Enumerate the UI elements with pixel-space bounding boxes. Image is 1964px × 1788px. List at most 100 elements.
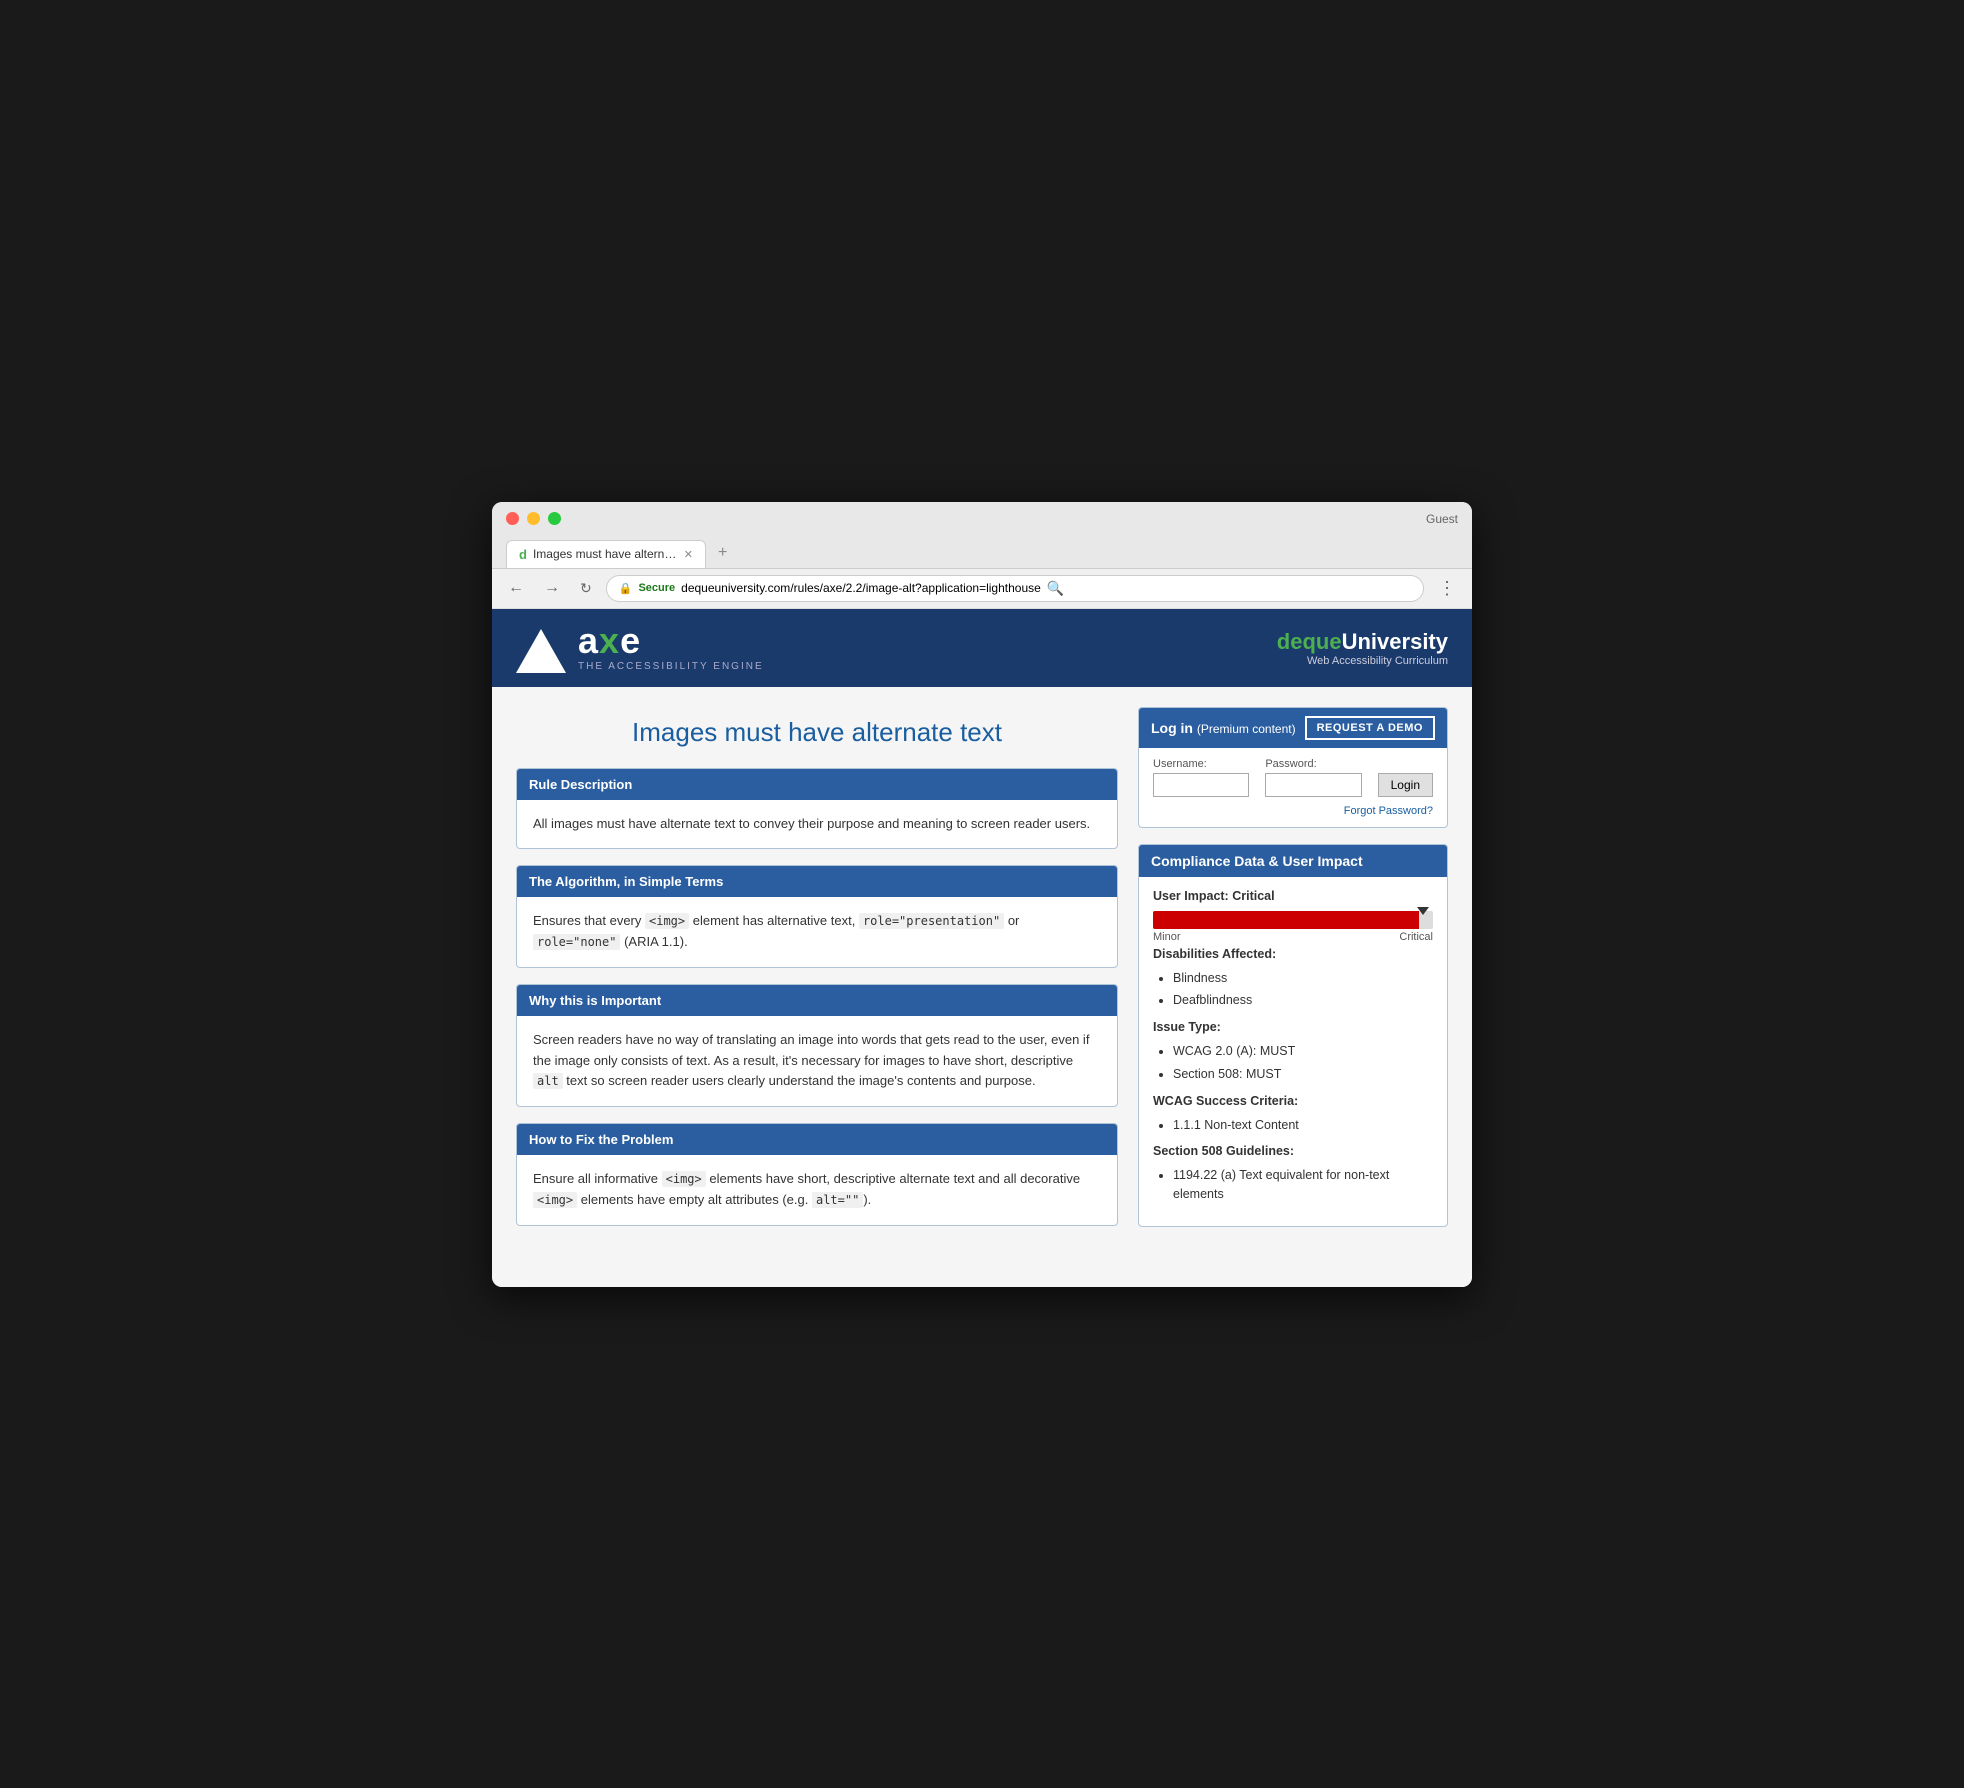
maximize-dot[interactable] <box>548 512 561 525</box>
side-column: Log in (Premium content) REQUEST A DEMO … <box>1138 707 1448 1267</box>
url-domain: dequeuniversity.com <box>681 581 790 595</box>
issue-type-label: Issue Type: <box>1153 1020 1433 1034</box>
axe-tagline: THE ACCESSIBILITY ENGINE <box>578 661 764 672</box>
impact-labels: Minor Critical <box>1153 931 1433 943</box>
username-input[interactable] <box>1153 773 1249 797</box>
how-to-fix-header: How to Fix the Problem <box>517 1124 1117 1155</box>
lock-icon: 🔒 <box>619 582 633 595</box>
issue-types-list: WCAG 2.0 (A): MUST Section 508: MUST <box>1153 1042 1433 1084</box>
page-content: Images must have alternate text Rule Des… <box>492 687 1472 1287</box>
tab-bar: d Images must have alternate te… ✕ + <box>506 538 1458 568</box>
login-fields-row: Username: Password: Login <box>1153 758 1433 797</box>
rule-description-section: Rule Description All images must have al… <box>516 768 1118 850</box>
deque-subtitle: Web Accessibility Curriculum <box>1277 655 1448 667</box>
issue-type-item: Section 508: MUST <box>1173 1065 1433 1084</box>
request-demo-button[interactable]: REQUEST A DEMO <box>1305 716 1435 740</box>
alt-code: alt <box>533 1073 563 1089</box>
role-none-code: role="none" <box>533 934 620 950</box>
algorithm-section: The Algorithm, in Simple Terms Ensures t… <box>516 865 1118 968</box>
login-title: Log in (Premium content) <box>1151 720 1296 736</box>
algorithm-body: Ensures that every <img> element has alt… <box>517 897 1117 967</box>
active-tab[interactable]: d Images must have alternate te… ✕ <box>506 540 706 568</box>
password-input[interactable] <box>1265 773 1361 797</box>
why-important-header: Why this is Important <box>517 985 1117 1016</box>
password-label: Password: <box>1265 758 1361 770</box>
how-to-fix-text: Ensure all informative <img> elements ha… <box>533 1169 1101 1211</box>
forgot-password-link[interactable]: Forgot Password? <box>1153 805 1433 817</box>
disabilities-label: Disabilities Affected: <box>1153 947 1433 961</box>
back-button[interactable]: ← <box>502 577 530 599</box>
how-to-fix-body: Ensure all informative <img> elements ha… <box>517 1155 1117 1225</box>
axe-logo: axe THE ACCESSIBILITY ENGINE <box>516 623 764 673</box>
algorithm-text: Ensures that every <img> element has alt… <box>533 911 1101 953</box>
section508-list: 1194.22 (a) Text equivalent for non-text… <box>1153 1166 1433 1204</box>
rule-description-text: All images must have alternate text to c… <box>533 814 1101 835</box>
login-panel: Log in (Premium content) REQUEST A DEMO … <box>1138 707 1448 828</box>
img-code-2: <img> <box>662 1171 706 1187</box>
forward-button[interactable]: → <box>538 577 566 599</box>
browser-menu-button[interactable]: ⋮ <box>1432 576 1462 601</box>
url-path: /rules/axe/2.2/image-alt?application=lig… <box>790 581 1041 595</box>
how-to-fix-section: How to Fix the Problem Ensure all inform… <box>516 1123 1118 1226</box>
impact-track <box>1153 911 1433 929</box>
browser-titlebar: Guest d Images must have alternate te… ✕… <box>492 502 1472 569</box>
img-code-1: <img> <box>645 913 689 929</box>
guest-label: Guest <box>1426 512 1458 526</box>
img-code-3: <img> <box>533 1192 577 1208</box>
compliance-body: User Impact: Critical Minor Critical <box>1139 877 1447 1226</box>
username-label: Username: <box>1153 758 1249 770</box>
wcag-label: WCAG Success Criteria: <box>1153 1094 1433 1108</box>
rule-description-body: All images must have alternate text to c… <box>517 800 1117 849</box>
section508-item: 1194.22 (a) Text equivalent for non-text… <box>1173 1166 1433 1204</box>
navigation-bar: ← → ↻ 🔒 Secure dequeuniversity.com/rules… <box>492 569 1472 609</box>
algorithm-header: The Algorithm, in Simple Terms <box>517 866 1117 897</box>
why-important-body: Screen readers have no way of translatin… <box>517 1016 1117 1106</box>
tab-close-button[interactable]: ✕ <box>684 548 693 561</box>
impact-pointer <box>1417 907 1429 915</box>
new-tab-button[interactable]: + <box>708 538 737 568</box>
impact-bar-container: Minor Critical <box>1153 911 1433 943</box>
impact-min-label: Minor <box>1153 931 1181 943</box>
close-dot[interactable] <box>506 512 519 525</box>
login-subtitle: (Premium content) <box>1197 722 1296 736</box>
search-icon[interactable]: 🔍 <box>1047 580 1064 597</box>
wcag-item: 1.1.1 Non-text Content <box>1173 1116 1433 1135</box>
tab-favicon: d <box>519 547 527 562</box>
tab-title: Images must have alternate te… <box>533 547 678 561</box>
refresh-button[interactable]: ↻ <box>574 578 598 599</box>
disability-item: Deafblindness <box>1173 991 1433 1010</box>
axe-brand: axe <box>578 623 764 659</box>
login-button[interactable]: Login <box>1378 773 1433 797</box>
impact-fill <box>1153 911 1419 929</box>
address-bar[interactable]: 🔒 Secure dequeuniversity.com/rules/axe/2… <box>606 575 1424 602</box>
browser-window: Guest d Images must have alternate te… ✕… <box>492 502 1472 1287</box>
login-header: Log in (Premium content) REQUEST A DEMO <box>1139 708 1447 748</box>
minimize-dot[interactable] <box>527 512 540 525</box>
axe-text-block: axe THE ACCESSIBILITY ENGINE <box>578 623 764 672</box>
deque-university-logo: dequeUniversity Web Accessibility Curric… <box>1277 629 1448 667</box>
deque-lowercase: deque <box>1277 629 1342 654</box>
rule-description-header: Rule Description <box>517 769 1117 800</box>
site-header: axe THE ACCESSIBILITY ENGINE dequeUniver… <box>492 609 1472 687</box>
page-title: Images must have alternate text <box>516 717 1118 748</box>
axe-x-letter: x <box>599 620 620 661</box>
impact-max-label: Critical <box>1399 931 1433 943</box>
compliance-panel: Compliance Data & User Impact User Impac… <box>1138 844 1448 1227</box>
issue-type-item: WCAG 2.0 (A): MUST <box>1173 1042 1433 1061</box>
logo-triangle <box>516 629 566 673</box>
disabilities-list: Blindness Deafblindness <box>1153 969 1433 1011</box>
wcag-list: 1.1.1 Non-text Content <box>1153 1116 1433 1135</box>
role-presentation-code: role="presentation" <box>859 913 1004 929</box>
alt-empty-code: alt="" <box>812 1192 863 1208</box>
university-text: University <box>1342 629 1448 654</box>
section508-label: Section 508 Guidelines: <box>1153 1144 1433 1158</box>
why-important-text: Screen readers have no way of translatin… <box>533 1030 1101 1092</box>
username-field: Username: <box>1153 758 1249 797</box>
disability-item: Blindness <box>1173 969 1433 988</box>
browser-controls: Guest <box>506 512 1458 534</box>
main-column: Images must have alternate text Rule Des… <box>516 707 1118 1267</box>
compliance-header: Compliance Data & User Impact <box>1139 845 1447 877</box>
user-impact-label: User Impact: Critical <box>1153 889 1433 903</box>
login-body: Username: Password: Login Forgot Passwor… <box>1139 748 1447 827</box>
login-title-main: Log in <box>1151 720 1193 736</box>
